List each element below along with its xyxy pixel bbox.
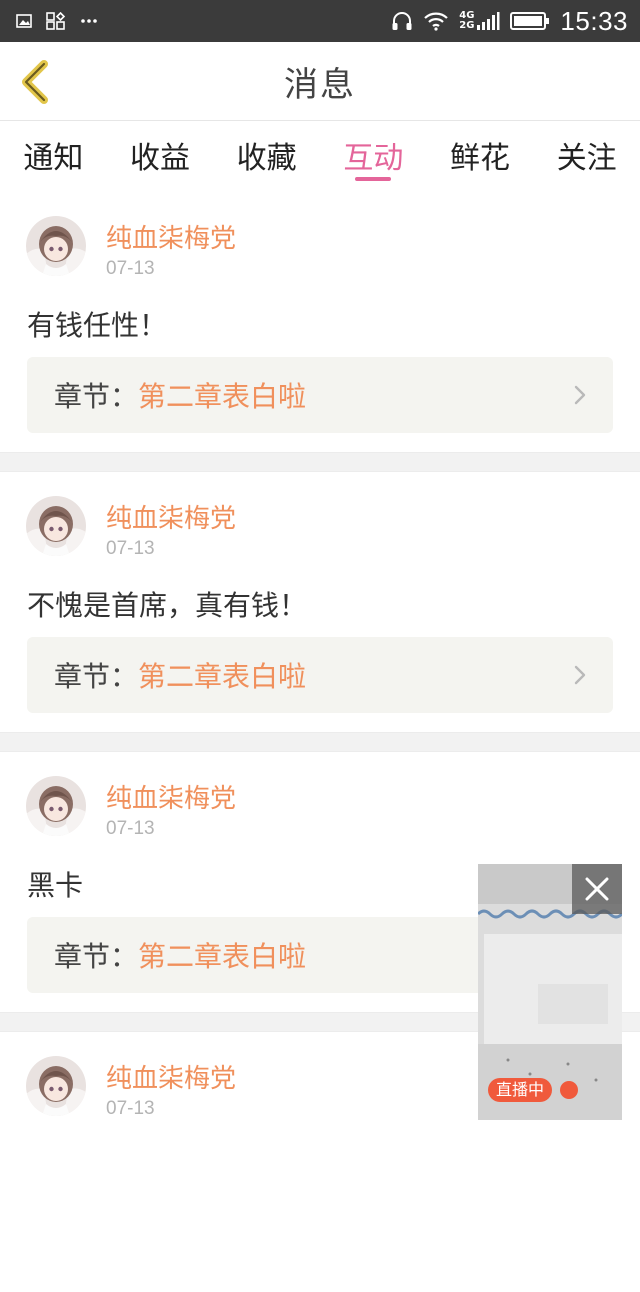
signal-icon: [477, 12, 500, 30]
chapter-label: 章节：: [54, 940, 139, 973]
chevron-left-icon: [22, 60, 48, 104]
back-button[interactable]: [14, 56, 62, 108]
image-icon: [16, 14, 32, 28]
message-card: 纯血柒梅党 07-13 不愧是首席，真有钱！ 章节： 第二章表白啦: [0, 472, 640, 732]
chapter-link[interactable]: 章节： 第二章表白啦: [27, 637, 613, 713]
close-live-button[interactable]: [572, 864, 622, 914]
avatar[interactable]: [26, 1056, 86, 1116]
tab-earnings[interactable]: 收益: [107, 121, 214, 191]
message-text: 黑卡: [27, 869, 84, 902]
battery-icon: [510, 12, 550, 30]
wifi-icon: [424, 12, 449, 31]
username[interactable]: 纯血柒梅党: [106, 218, 236, 255]
tab-label: 关注: [556, 141, 617, 176]
chapter-title: 第二章表白啦: [138, 660, 307, 693]
chapter-label: 章节：: [54, 660, 139, 693]
tab-favorites[interactable]: 收藏: [213, 121, 320, 191]
tab-following[interactable]: 关注: [533, 121, 640, 191]
chapter-title: 第二章表白啦: [138, 940, 307, 973]
message-text: 不愧是首席，真有钱！: [27, 589, 308, 622]
username[interactable]: 纯血柒梅党: [106, 778, 236, 815]
tab-label: 收益: [130, 141, 190, 176]
more-icon: [81, 19, 97, 23]
live-badge: 直播中: [488, 1078, 553, 1102]
app-header: 消息: [0, 42, 640, 121]
avatar[interactable]: [26, 776, 86, 836]
username[interactable]: 纯血柒梅党: [106, 498, 236, 535]
list-divider: [0, 732, 640, 752]
network-label-2g: 2G: [459, 20, 475, 31]
tab-interactions[interactable]: 互动: [320, 121, 427, 191]
username[interactable]: 纯血柒梅党: [106, 1058, 236, 1095]
message-date: 07-13: [106, 818, 155, 839]
apps-icon: [46, 12, 66, 30]
tab-label: 收藏: [236, 141, 297, 176]
chapter-label: 章节：: [54, 380, 139, 413]
message-text: 有钱任性！: [27, 309, 168, 342]
chapter-title: 第二章表白啦: [138, 380, 307, 413]
chevron-right-icon: [574, 665, 586, 685]
status-bar: 4G 2G 15:33: [0, 0, 640, 42]
message-list: 纯血柒梅党 07-13 有钱任性！ 章节： 第二章表白啦 纯血柒梅党 07-13…: [0, 192, 640, 1292]
tab-label: 通知: [23, 141, 84, 176]
tab-label: 鲜花: [450, 141, 511, 176]
live-stream-widget[interactable]: 直播中: [478, 864, 622, 1120]
avatar[interactable]: [26, 496, 86, 556]
tab-flowers[interactable]: 鲜花: [427, 121, 534, 191]
tab-label: 互动: [343, 141, 404, 176]
avatar[interactable]: [26, 216, 86, 276]
close-icon: [585, 877, 609, 901]
tab-notifications[interactable]: 通知: [0, 121, 107, 191]
message-date: 07-13: [106, 258, 155, 279]
message-date: 07-13: [106, 1098, 155, 1119]
message-date: 07-13: [106, 538, 155, 559]
message-card: 纯血柒梅党 07-13 有钱任性！ 章节： 第二章表白啦: [0, 192, 640, 452]
list-divider: [0, 452, 640, 472]
chapter-link[interactable]: 章节： 第二章表白啦: [27, 357, 613, 433]
active-tab-indicator: [355, 177, 392, 181]
page-title: 消息: [284, 64, 356, 105]
chevron-right-icon: [574, 385, 586, 405]
headphones-icon: [392, 12, 412, 30]
tab-bar: 通知 收益 收藏 互动 鲜花 关注: [0, 121, 640, 191]
live-indicator-dot: [560, 1081, 578, 1099]
clock: 15:33: [560, 5, 628, 36]
